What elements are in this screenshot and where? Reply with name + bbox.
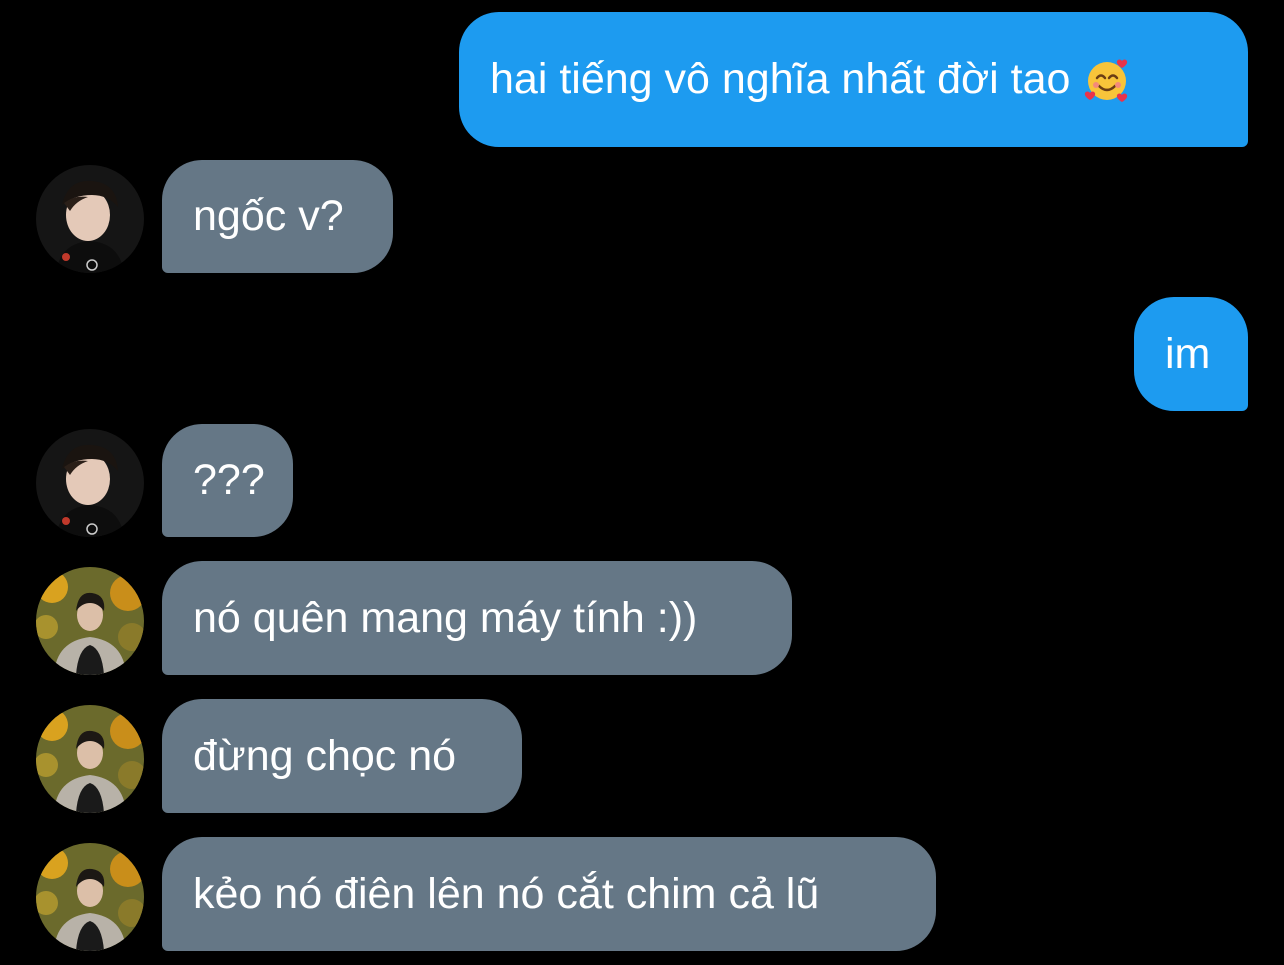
received-message-bubble[interactable]: ngốc v? <box>162 160 393 273</box>
message-text: ngốc v? <box>193 192 344 240</box>
avatar-user-b-icon <box>36 843 144 951</box>
avatar[interactable] <box>36 567 144 675</box>
message-text: im <box>1165 329 1211 378</box>
received-message-bubble[interactable]: ??? <box>162 424 293 537</box>
avatar[interactable] <box>36 843 144 951</box>
received-message-bubble[interactable]: kẻo nó điên lên nó cắt chim cả lũ <box>162 837 936 951</box>
smiling-face-with-hearts-icon <box>1084 57 1130 103</box>
message-text: ??? <box>193 456 265 504</box>
sent-message-bubble[interactable]: hai tiếng vô nghĩa nhất đời tao <box>459 12 1248 147</box>
avatar-user-a-icon <box>36 429 144 537</box>
avatar-user-b-icon <box>36 567 144 675</box>
chat-thread: hai tiếng vô nghĩa nhất đời tao ngốc v? … <box>0 0 1284 965</box>
message-text: hai tiếng vô nghĩa nhất đời tao <box>490 55 1071 103</box>
received-message-bubble[interactable]: nó quên mang máy tính :)) <box>162 561 792 675</box>
message-text: kẻo nó điên lên nó cắt chim cả lũ <box>193 869 820 918</box>
avatar[interactable] <box>36 429 144 537</box>
avatar[interactable] <box>36 165 144 273</box>
avatar[interactable] <box>36 705 144 813</box>
sent-message-bubble[interactable]: im <box>1134 297 1248 411</box>
message-text: nó quên mang máy tính :)) <box>193 593 698 642</box>
avatar-user-b-icon <box>36 705 144 813</box>
received-message-bubble[interactable]: đừng chọc nó <box>162 699 522 813</box>
message-text: đừng chọc nó <box>193 731 457 780</box>
avatar-user-a-icon <box>36 165 144 273</box>
